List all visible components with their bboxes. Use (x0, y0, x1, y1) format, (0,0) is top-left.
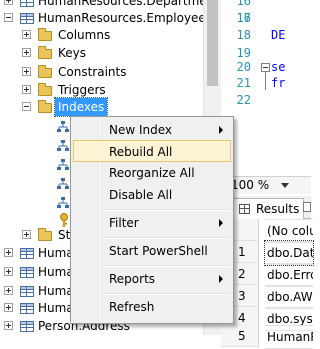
results-tab-strip: Results (221, 196, 311, 219)
menu-separator (101, 209, 229, 211)
menu-item-start-powershell[interactable]: Start PowerShell (73, 240, 231, 262)
expand-icon[interactable] (22, 230, 31, 239)
messages-tab-icon[interactable] (303, 202, 311, 212)
chevron-down-icon[interactable] (281, 183, 289, 188)
outline-collapse-icon[interactable] (261, 63, 270, 72)
menu-item-new-index[interactable]: New Index (73, 119, 231, 141)
tab-results-label: Results (256, 202, 300, 216)
menu-item-label: Refresh (109, 300, 155, 314)
folder-icon (38, 83, 52, 96)
submenu-arrow-icon (219, 219, 223, 227)
tree-item-label: Columns (58, 28, 111, 42)
menu-item-reports[interactable]: Reports (73, 268, 231, 290)
tree-item-label: Constraints (58, 65, 127, 79)
table-icon (20, 303, 34, 314)
menu-item-rebuild-all[interactable]: Rebuild All (73, 140, 231, 162)
grid-cell[interactable]: dbo.AWI (265, 285, 313, 309)
menu-item-label: Reorganize All (109, 166, 195, 180)
table-icon (20, 248, 34, 259)
tree-item-label: Keys (58, 46, 87, 60)
table-icon (20, 267, 34, 278)
line-number: 21 (236, 76, 251, 90)
expand-icon[interactable] (22, 85, 31, 94)
menu-item-reorganize-all[interactable]: Reorganize All (73, 162, 231, 184)
expand-icon[interactable] (22, 30, 31, 39)
menu-separator (101, 293, 229, 295)
table-icon (20, 321, 34, 332)
grid-header-row: (No colu (221, 219, 313, 243)
menu-item-label: Disable All (109, 188, 173, 202)
code-line: DE (271, 28, 286, 42)
outline-guide-line (265, 72, 266, 90)
line-number: 17 (236, 11, 251, 25)
collapse-icon[interactable] (22, 102, 31, 111)
menu-item-label: Start PowerShell (109, 244, 208, 258)
row-number: 5 (221, 325, 259, 347)
expand-icon[interactable] (4, 286, 13, 295)
folder-icon (38, 65, 52, 78)
index-icon (57, 140, 69, 151)
folder-icon (38, 28, 52, 41)
menu-item-filter[interactable]: Filter (73, 212, 231, 234)
scrollbar-thumb[interactable] (207, 0, 218, 86)
table-row[interactable]: 3 dbo.AWI (221, 285, 313, 309)
query-editor[interactable]: 16 16 17 18 19 20 21 22 DE se fr (221, 0, 311, 176)
expand-icon[interactable] (4, 0, 13, 5)
code-line: fr (271, 76, 286, 90)
grid-cell[interactable]: dbo.Error (265, 263, 313, 287)
menu-item-label: Filter (109, 216, 139, 230)
zoom-select[interactable]: 100 % (231, 177, 269, 194)
expand-icon[interactable] (4, 321, 13, 330)
menu-item-label: New Index (109, 123, 173, 137)
index-icon (57, 197, 69, 208)
table-icon (20, 0, 34, 7)
menu-separator (101, 237, 229, 239)
zoom-bar: 100 % (221, 176, 311, 194)
table-icon (20, 13, 34, 24)
grid-cell[interactable]: dbo.Data (264, 240, 314, 266)
line-number: 18 (236, 28, 251, 42)
tab-results[interactable]: Results (233, 198, 305, 219)
grid-icon (239, 204, 250, 214)
index-icon (57, 159, 69, 170)
column-header[interactable]: (No colu (265, 219, 313, 243)
context-menu: New Index Rebuild All Reorganize All Dis… (70, 116, 234, 324)
line-number: 22 (236, 93, 251, 107)
table-icon (20, 286, 34, 297)
index-icon (57, 178, 69, 189)
expand-icon[interactable] (4, 267, 13, 276)
folder-icon (38, 100, 52, 113)
menu-item-label: Rebuild All (109, 145, 173, 159)
results-grid[interactable]: (No colu 1 dbo.Data 2 dbo.Error 3 dbo.AW… (221, 219, 314, 349)
grid-cell[interactable]: HumanR (265, 325, 313, 349)
table-row[interactable]: 1 dbo.Data (221, 240, 314, 266)
tree-item-label: Indexes (53, 97, 109, 117)
menu-item-label: Reports (109, 272, 156, 286)
menu-item-refresh[interactable]: Refresh (73, 296, 231, 318)
collapse-icon[interactable] (4, 13, 13, 22)
key-icon (60, 213, 68, 227)
table-row[interactable]: 5 HumanR (221, 325, 313, 349)
index-icon (57, 121, 69, 132)
submenu-arrow-icon (219, 275, 223, 283)
submenu-arrow-icon (219, 126, 223, 134)
folder-icon (38, 228, 52, 241)
tree-item-label: Triggers (58, 83, 106, 97)
expand-icon[interactable] (22, 67, 31, 76)
expand-icon[interactable] (22, 48, 31, 57)
folder-icon (38, 46, 52, 59)
table-row[interactable]: 2 dbo.Error (221, 263, 313, 287)
tree-item-label: HumanResources.Employee (38, 11, 203, 25)
expand-icon[interactable] (4, 303, 13, 312)
menu-item-disable-all[interactable]: Disable All (73, 184, 231, 206)
menu-separator (101, 265, 229, 267)
expand-icon[interactable] (4, 248, 13, 257)
